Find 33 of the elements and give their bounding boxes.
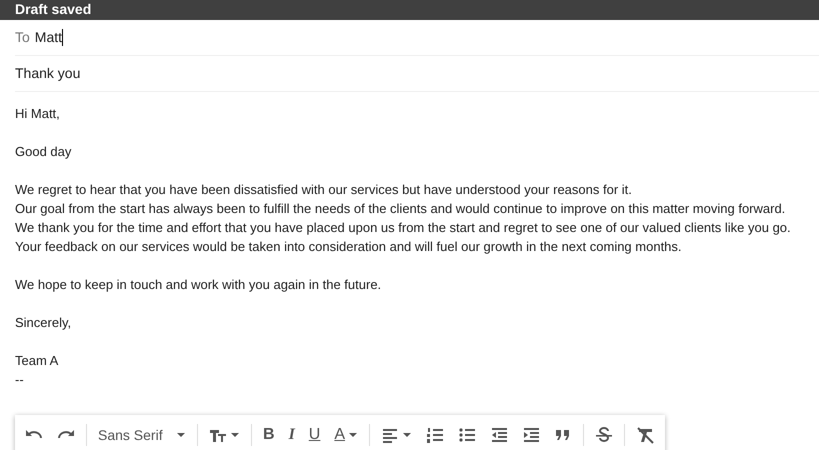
font-select[interactable]: Sans Serif: [92, 421, 192, 449]
body-text-line: Team A: [15, 352, 60, 370]
clear-format-icon: [636, 426, 654, 444]
body-text-line: Our goal from the start has always been to fulfill the needs of the clients and would continue to improve on this matter moving forward.: [15, 200, 786, 218]
body-text-line: --: [15, 371, 25, 389]
align-icon: [381, 426, 400, 444]
recipient-value: Matt: [34, 28, 62, 47]
strikethrough-icon: [595, 426, 614, 444]
bold-button[interactable]: B: [257, 421, 281, 449]
underline-button[interactable]: U: [302, 421, 326, 449]
body-text-line: Good day: [15, 143, 72, 161]
bulleted-list-icon: [458, 426, 476, 444]
body-text-line: We regret to hear that you have been dissatisfied with our services but have understood your reasons for it.: [15, 181, 633, 199]
caret-icon: [231, 432, 240, 438]
body-text-line: We thank you for the time and effort that you have placed upon us from the start and regret to see one of our valued clients like you go.: [15, 219, 792, 237]
numbered-list-icon: [426, 426, 444, 444]
subject-value: Thank you: [15, 64, 80, 83]
caret-icon: [349, 432, 358, 438]
caret-icon: [177, 432, 186, 438]
to-field[interactable]: To Matt: [15, 20, 819, 56]
draft-status: Draft saved: [15, 1, 92, 17]
text-color-button[interactable]: A: [328, 421, 364, 449]
indent-less-icon: [490, 426, 508, 444]
indent-more-icon: [522, 426, 540, 444]
body-text-line: Your feedback on our services would be taken into consideration and will fuel our growth in the next coming months.: [15, 238, 683, 256]
body-text-line: Hi Matt,: [15, 105, 61, 123]
body-text-line: Sincerely,: [15, 314, 72, 332]
body-text-line: We hope to keep in touch and work with you again in the future.: [15, 276, 382, 294]
text-cursor: [62, 29, 64, 46]
caret-icon: [403, 432, 412, 438]
italic-button[interactable]: I: [282, 421, 301, 449]
to-label: To: [15, 28, 30, 47]
subject-field[interactable]: Thank you: [15, 56, 819, 92]
